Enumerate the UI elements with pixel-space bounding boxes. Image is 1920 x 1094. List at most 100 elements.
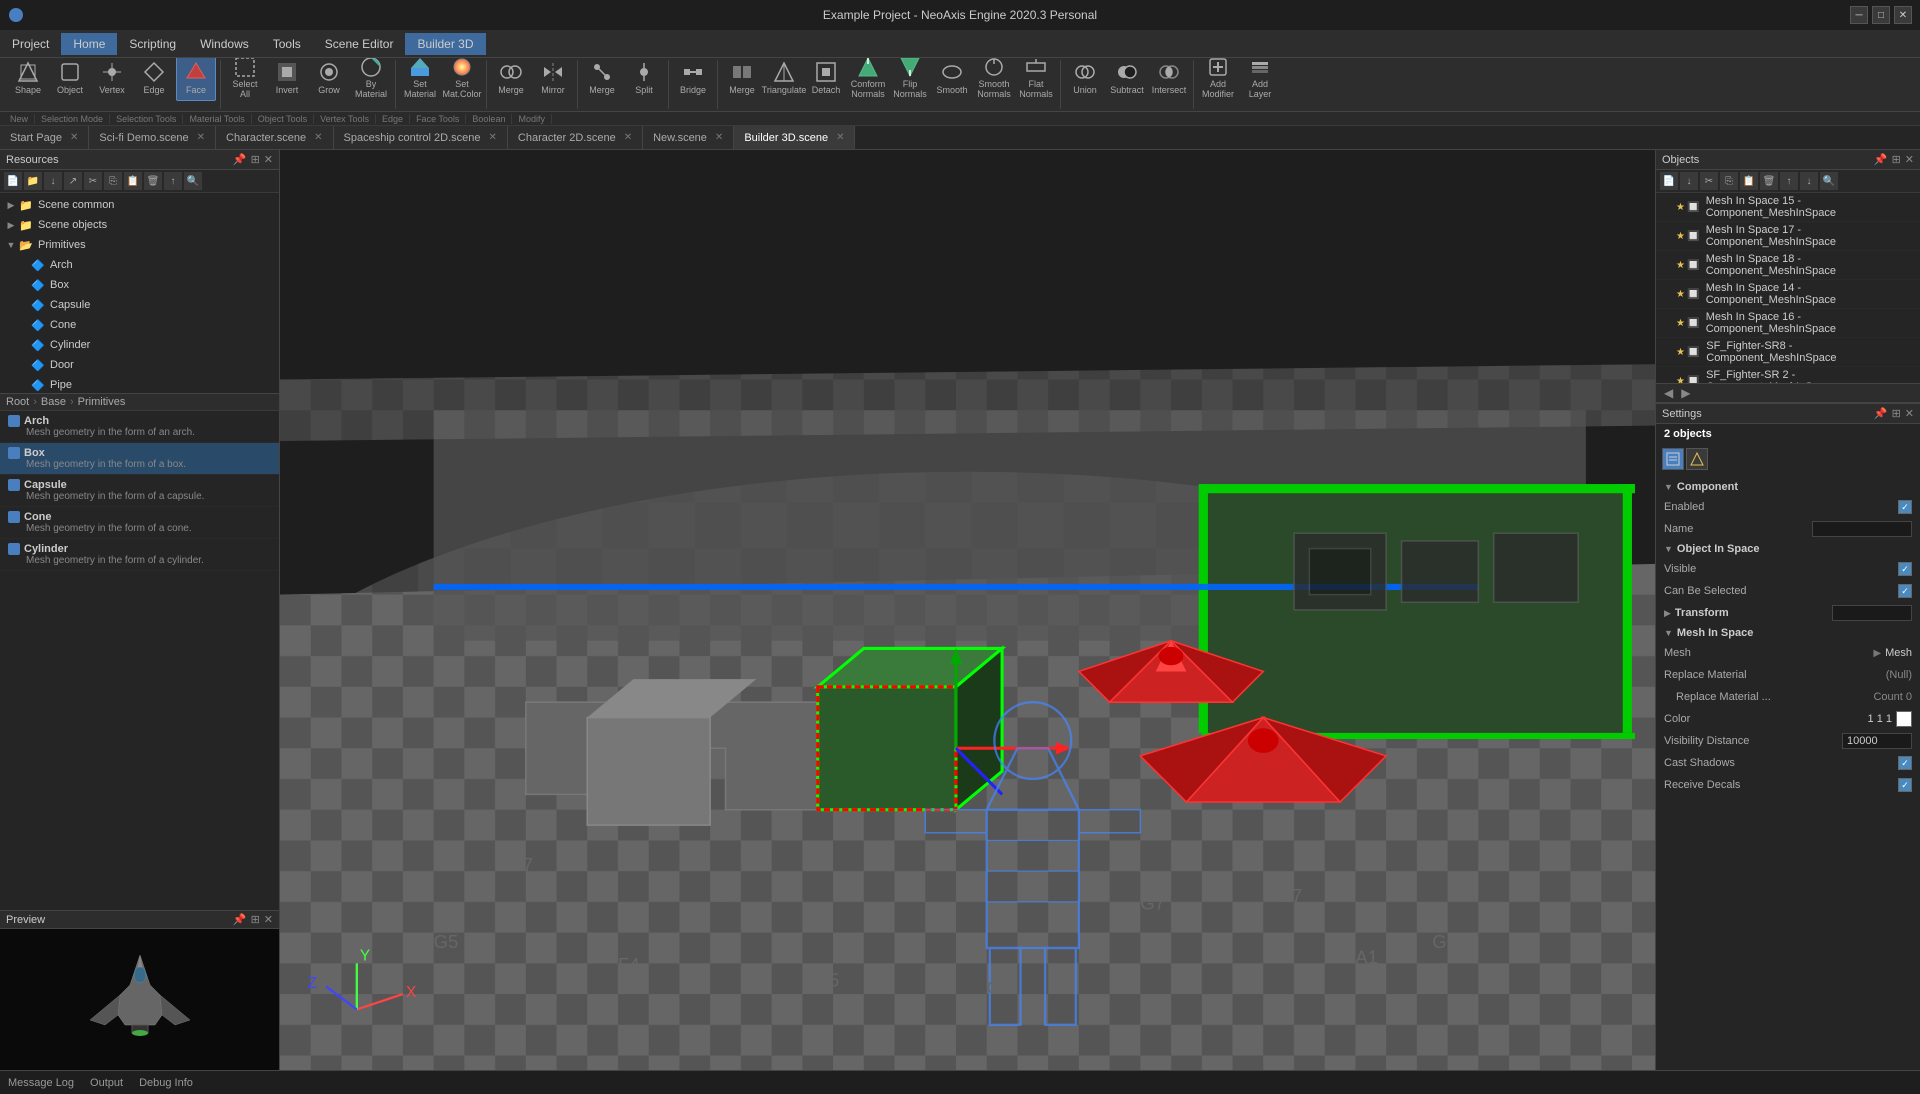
- status-debug-info[interactable]: Debug Info: [139, 1077, 193, 1089]
- tool-flat-normals[interactable]: FlatNormals: [1016, 58, 1056, 101]
- settings-tab-properties[interactable]: [1662, 448, 1684, 470]
- tab-character-close[interactable]: ✕: [314, 132, 322, 143]
- tool-flip-normals[interactable]: FlipNormals: [890, 58, 930, 101]
- res-import[interactable]: ↓: [44, 172, 62, 190]
- tree-box[interactable]: 🔷 Box: [0, 275, 279, 295]
- tab-character-2d-close[interactable]: ✕: [624, 132, 632, 143]
- obj-copy[interactable]: ⎘: [1720, 172, 1738, 190]
- tool-set-material-color[interactable]: SetMat.Color: [442, 58, 482, 101]
- name-input[interactable]: [1812, 521, 1912, 537]
- settings-close[interactable]: ✕: [1905, 407, 1914, 420]
- visible-checkbox[interactable]: [1898, 562, 1912, 576]
- tab-new-scene[interactable]: New.scene ✕: [643, 126, 734, 150]
- res-open[interactable]: ↗: [64, 172, 82, 190]
- tool-merge-obj[interactable]: Merge: [491, 58, 531, 101]
- tool-face[interactable]: Face: [176, 58, 216, 101]
- breadcrumb-root[interactable]: Root: [6, 396, 29, 408]
- list-item-arch[interactable]: Arch Mesh geometry in the form of an arc…: [0, 411, 279, 443]
- obj-mesh16[interactable]: ★ 🔲 Mesh In Space 16 - Component_MeshInS…: [1656, 309, 1920, 338]
- objects-pin[interactable]: 📌: [1874, 153, 1888, 166]
- menu-builder-3d[interactable]: Builder 3D: [405, 33, 485, 55]
- resources-expand-button[interactable]: ⊞: [251, 153, 260, 166]
- tree-scene-common-toggle[interactable]: ▶: [4, 198, 18, 212]
- status-message-log[interactable]: Message Log: [8, 1077, 74, 1089]
- tab-character[interactable]: Character.scene ✕: [216, 126, 334, 150]
- color-swatch[interactable]: [1896, 711, 1912, 727]
- tree-door[interactable]: 🔷 Door: [0, 355, 279, 375]
- res-cut[interactable]: ✂: [84, 172, 102, 190]
- breadcrumb-primitives[interactable]: Primitives: [78, 396, 126, 408]
- tool-mirror[interactable]: Mirror: [533, 58, 573, 101]
- obj-sf1[interactable]: ★ 🔲 SF_Fighter-SR8 - Component_MeshInSpa…: [1656, 338, 1920, 367]
- tool-shape[interactable]: Shape: [8, 58, 48, 101]
- tab-start-page[interactable]: Start Page ✕: [0, 126, 89, 150]
- preview-close[interactable]: ✕: [264, 913, 273, 926]
- maximize-button[interactable]: □: [1872, 6, 1890, 24]
- tab-spaceship-close[interactable]: ✕: [489, 132, 497, 143]
- resources-pin-button[interactable]: 📌: [233, 153, 247, 166]
- obj-search[interactable]: 🔍: [1820, 172, 1838, 190]
- mesh-expand-icon[interactable]: ▶: [1873, 648, 1881, 659]
- res-search[interactable]: 🔍: [184, 172, 202, 190]
- obj-mesh14[interactable]: ★ 🔲 Mesh In Space 14 - Component_MeshInS…: [1656, 280, 1920, 309]
- minimize-button[interactable]: ─: [1850, 6, 1868, 24]
- tool-edge[interactable]: Edge: [134, 58, 174, 101]
- menu-scene-editor[interactable]: Scene Editor: [313, 33, 406, 55]
- tab-scifi-demo[interactable]: Sci-fi Demo.scene ✕: [89, 126, 216, 150]
- tab-scifi-close[interactable]: ✕: [197, 132, 205, 143]
- menu-home[interactable]: Home: [61, 33, 117, 55]
- menu-windows[interactable]: Windows: [188, 33, 261, 55]
- tool-bridge[interactable]: Bridge: [673, 58, 713, 101]
- obj-paste[interactable]: 📋: [1740, 172, 1758, 190]
- obj-mesh15[interactable]: ★ 🔲 Mesh In Space 15 - Component_MeshInS…: [1656, 193, 1920, 222]
- tool-intersect[interactable]: Intersect: [1149, 58, 1189, 101]
- menu-tools[interactable]: Tools: [261, 33, 313, 55]
- res-copy[interactable]: ⎘: [104, 172, 122, 190]
- preview-pin[interactable]: 📌: [233, 913, 247, 926]
- tree-primitives-toggle[interactable]: ▼: [4, 238, 18, 252]
- tool-vertex[interactable]: Vertex: [92, 58, 132, 101]
- status-output[interactable]: Output: [90, 1077, 123, 1089]
- obj-delete[interactable]: 🗑: [1760, 172, 1778, 190]
- obj-import[interactable]: ↓: [1680, 172, 1698, 190]
- res-new-folder[interactable]: 📁: [24, 172, 42, 190]
- tree-scene-objects[interactable]: ▶ 📁 Scene objects: [0, 215, 279, 235]
- list-item-cone[interactable]: Cone Mesh geometry in the form of a cone…: [0, 507, 279, 539]
- obj-cut[interactable]: ✂: [1700, 172, 1718, 190]
- settings-transform-header[interactable]: ▶ Transform: [1656, 602, 1920, 624]
- obj-mesh17[interactable]: ★ 🔲 Mesh In Space 17 - Component_MeshInS…: [1656, 222, 1920, 251]
- objects-close[interactable]: ✕: [1905, 153, 1914, 166]
- menu-project[interactable]: Project: [0, 33, 61, 55]
- tool-detach[interactable]: Detach: [806, 58, 846, 101]
- tab-new-scene-close[interactable]: ✕: [715, 132, 723, 143]
- receivedecals-checkbox[interactable]: [1898, 778, 1912, 792]
- viewport[interactable]: G5 F4 F5 G5 H8 A1 G7 E7 F6 F8 G7 H7 X Y: [280, 150, 1655, 1070]
- tool-conform-normals[interactable]: ConformNormals: [848, 58, 888, 101]
- res-paste[interactable]: 📋: [124, 172, 142, 190]
- tab-start-page-close[interactable]: ✕: [70, 132, 78, 143]
- tool-subtract[interactable]: Subtract: [1107, 58, 1147, 101]
- meshinspace-expand-icon[interactable]: ▼: [1664, 628, 1673, 638]
- tool-add-modifier[interactable]: AddModifier: [1198, 58, 1238, 101]
- transform-expand-icon[interactable]: ▶: [1664, 608, 1671, 619]
- objects-next[interactable]: ▶: [1677, 386, 1694, 400]
- tree-primitives[interactable]: ▼ 📂 Primitives: [0, 235, 279, 255]
- list-item-cylinder[interactable]: Cylinder Mesh geometry in the form of a …: [0, 539, 279, 571]
- settings-component-header[interactable]: ▼ Component: [1656, 478, 1920, 496]
- settings-expand[interactable]: ⊞: [1892, 407, 1901, 420]
- obj-new[interactable]: 📄: [1660, 172, 1678, 190]
- resources-close-button[interactable]: ✕: [264, 153, 273, 166]
- preview-expand[interactable]: ⊞: [251, 913, 260, 926]
- tab-builder-3d[interactable]: Builder 3D.scene ✕: [734, 126, 855, 150]
- obj-up[interactable]: ↑: [1780, 172, 1798, 190]
- tool-select-all[interactable]: SelectAll: [225, 58, 265, 101]
- res-new-file[interactable]: 📄: [4, 172, 22, 190]
- tool-object[interactable]: Object: [50, 58, 90, 101]
- enabled-checkbox[interactable]: [1898, 500, 1912, 514]
- settings-tab-events[interactable]: [1686, 448, 1708, 470]
- component-expand-icon[interactable]: ▼: [1664, 482, 1673, 492]
- settings-meshinspace-header[interactable]: ▼ Mesh In Space: [1656, 624, 1920, 642]
- breadcrumb-base[interactable]: Base: [41, 396, 66, 408]
- transform-input[interactable]: [1832, 605, 1912, 621]
- tool-union[interactable]: Union: [1065, 58, 1105, 101]
